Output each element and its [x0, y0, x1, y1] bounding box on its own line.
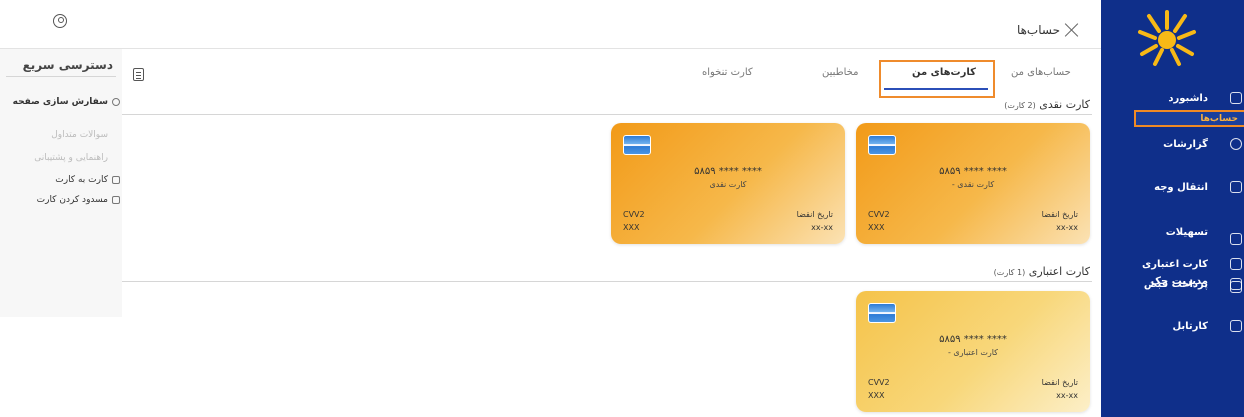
card-chip-icon — [868, 135, 896, 155]
sidebar-item-label: حساب‌ها — [1200, 113, 1238, 124]
quick-access-divider — [6, 76, 116, 77]
dashboard-icon — [1230, 92, 1242, 104]
expiry-value: xx-xx — [1056, 391, 1078, 400]
cash-card-1[interactable]: ۵۸۵۹ **** **** - کارت نقدی CVV2 XXX تاری… — [856, 123, 1090, 244]
sidebar-item-bill-payment[interactable]: پرداخت قبض — [1101, 273, 1244, 293]
clock-icon — [1230, 138, 1242, 150]
quick-item-label: مسدود کردن کارت — [36, 195, 108, 205]
tab-contacts[interactable]: مخاطبین — [822, 67, 858, 78]
chart-icon — [1230, 233, 1242, 245]
section-count: (1 کارت) — [993, 268, 1026, 277]
section-divider — [122, 114, 1092, 115]
expiry-label: تاریخ انقضا — [796, 210, 833, 219]
sidebar-item-accounts[interactable]: حساب‌ها — [1134, 110, 1244, 127]
quick-item-card-to-card[interactable]: کارت به کارت — [4, 175, 120, 185]
sidebar-item-label: تسهیلات — [1165, 227, 1208, 238]
expiry-label: تاریخ انقضا — [1041, 210, 1078, 219]
section-count: (2 کارت) — [1004, 101, 1036, 110]
sidebar-item-label: انتقال وجه — [1154, 181, 1208, 193]
sidebar: داشبورد حساب‌ها گزارشات انتقال وجه تسهیل… — [1101, 0, 1244, 417]
user-profile-icon[interactable] — [53, 14, 67, 28]
bill-icon — [1230, 281, 1242, 293]
tab-my-cards[interactable]: کارت‌های من — [912, 67, 976, 78]
quick-item-block-card[interactable]: مسدود کردن کارت — [4, 195, 120, 205]
cash-card-2[interactable]: ۵۸۵۹ **** **** کارت نقدی CVV2 XXX تاریخ … — [611, 123, 845, 244]
briefcase-icon — [1230, 320, 1242, 332]
cvv-label: CVV2 — [623, 210, 645, 219]
section-divider — [122, 281, 1092, 282]
app-root: حساب‌ها داشبورد حساب‌ها گزارشات انتقال و… — [0, 0, 1244, 417]
expiry-label: تاریخ انقضا — [1041, 378, 1078, 387]
active-tab-highlight — [879, 60, 995, 98]
header-divider — [0, 48, 1101, 49]
sidebar-item-label: کارتابل — [1172, 320, 1208, 332]
cvv-value: XXX — [868, 391, 885, 400]
card-type: - کارت نقدی — [951, 180, 995, 189]
credit-card-1[interactable]: ۵۸۵۹ **** **** - کارت اعتباری CVV2 XXX ت… — [856, 291, 1090, 412]
transfer-icon — [1230, 181, 1242, 193]
quick-item-support[interactable]: راهنمایی و پشتیبانی — [4, 153, 120, 163]
section-title-credit-cards: کارت اعتباری (1 کارت) — [970, 265, 1090, 278]
section-title: کارت اعتباری — [1028, 265, 1090, 278]
quick-item-label: راهنمایی و پشتیبانی — [34, 153, 108, 163]
expiry-value: xx-xx — [1056, 223, 1078, 232]
sidebar-item-label: گزارشات — [1163, 138, 1208, 150]
sidebar-item-dashboard[interactable]: داشبورد — [1101, 88, 1244, 108]
section-title-cash-cards: کارت نقدی (2 کارت) — [990, 98, 1090, 111]
card-number: ۵۸۵۹ **** **** — [694, 166, 762, 177]
sidebar-item-label: داشبورد — [1168, 92, 1208, 104]
card-number: ۵۸۵۹ **** **** — [939, 334, 1007, 345]
quick-access-title: دسترسی سریع — [22, 58, 113, 72]
page-title: حساب‌ها — [1016, 23, 1060, 37]
close-icon[interactable] — [1065, 23, 1079, 37]
block-card-icon — [112, 195, 120, 204]
cvv-value: XXX — [623, 223, 640, 232]
quick-item-faq[interactable]: سوالات متداول — [4, 130, 120, 140]
customize-label: سفارش سازی صفحه — [12, 97, 108, 107]
card-type: کارت نقدی — [709, 180, 747, 189]
sidebar-item-label: پرداخت قبض — [1143, 279, 1208, 290]
sidebar-item-transfer[interactable]: انتقال وجه — [1101, 177, 1244, 197]
card-chip-icon — [623, 135, 651, 155]
tab-petty-cash-card[interactable]: کارت تنخواه — [702, 67, 753, 78]
expiry-value: xx-xx — [811, 223, 833, 232]
quick-item-label: کارت به کارت — [55, 175, 108, 185]
card-chip-icon — [868, 303, 896, 323]
tab-underline — [884, 88, 988, 90]
bank-logo-icon — [1138, 10, 1196, 66]
gear-icon — [112, 97, 120, 106]
sidebar-item-loans[interactable]: تسهیلات — [1101, 227, 1244, 249]
card-type: - کارت اعتباری — [947, 348, 998, 357]
tab-my-accounts[interactable]: حساب‌های من — [1011, 67, 1071, 78]
card-number: ۵۸۵۹ **** **** — [939, 166, 1007, 177]
section-title: کارت نقدی — [1039, 98, 1090, 111]
cvv-label: CVV2 — [868, 378, 890, 387]
sidebar-item-cartable[interactable]: کارتابل — [1101, 316, 1244, 336]
list-view-icon[interactable] — [133, 68, 144, 81]
sidebar-item-reports[interactable]: گزارشات — [1101, 134, 1244, 154]
cvv-value: XXX — [868, 223, 885, 232]
sidebar-item-check-management[interactable]: مدیریت چک — [1101, 251, 1244, 290]
quick-item-label: سوالات متداول — [51, 130, 108, 140]
cvv-label: CVV2 — [868, 210, 890, 219]
card-transfer-icon — [112, 175, 120, 184]
quick-access-bottom — [0, 317, 122, 417]
customize-page-link[interactable]: سفارش سازی صفحه — [4, 97, 120, 107]
